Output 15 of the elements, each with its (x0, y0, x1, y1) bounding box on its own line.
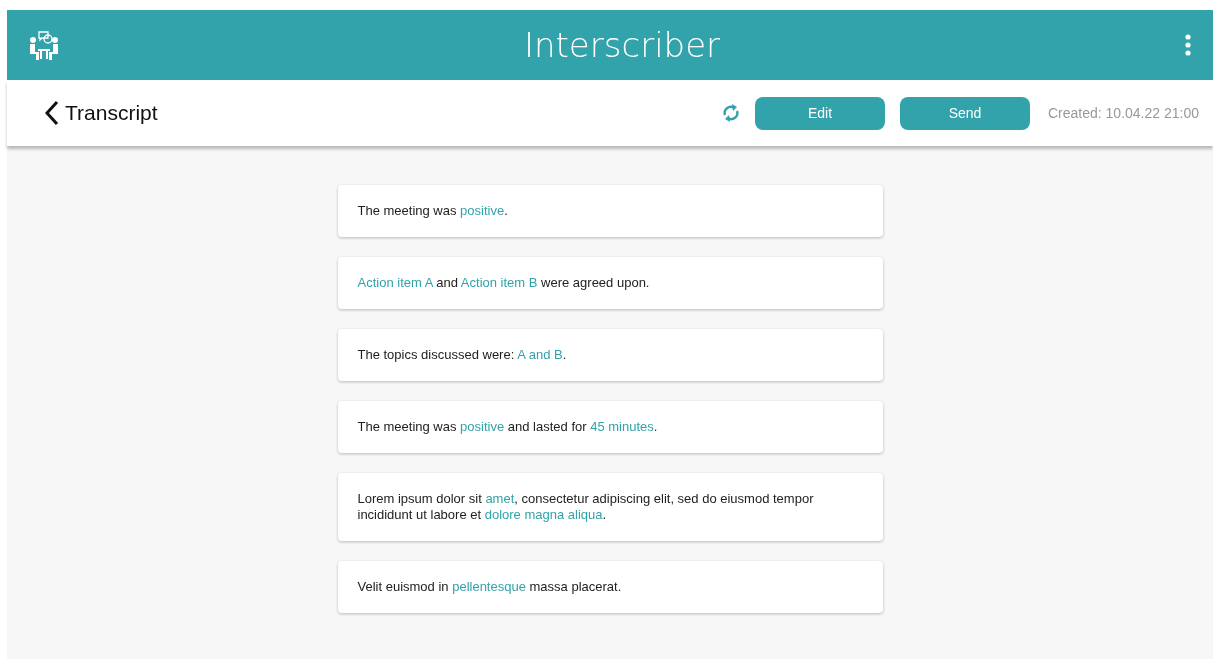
statement-text: The topics discussed were: A and B. (357, 347, 568, 363)
app-title: Interscriber (523, 25, 721, 65)
statement-text: Lorem ipsum dolor sit amet, consectetur adipiscing elit, sed do eiusmod tempor incididunt ut labore et dolore magna aliqua. (357, 491, 815, 523)
created-date: Created: 10.04.22 21:00 (1048, 105, 1199, 121)
statement-text: Action item A and Action item B were agreed upon. (357, 275, 651, 291)
statement-text: The meeting was positive. (357, 203, 509, 219)
meeting-icon[interactable] (29, 30, 59, 60)
more-menu-icon[interactable] (1185, 34, 1191, 56)
refresh-icon[interactable] (722, 102, 740, 124)
statement-text: Velit euismod in pellentesque massa placerat. (357, 579, 623, 595)
back-icon[interactable] (45, 100, 59, 126)
statement-text: The meeting was positive and lasted for 45 minutes. (357, 419, 659, 435)
send-button[interactable]: Send (900, 96, 1030, 130)
edit-button[interactable]: Edit (755, 96, 885, 130)
page-title: Transcript (65, 101, 158, 125)
